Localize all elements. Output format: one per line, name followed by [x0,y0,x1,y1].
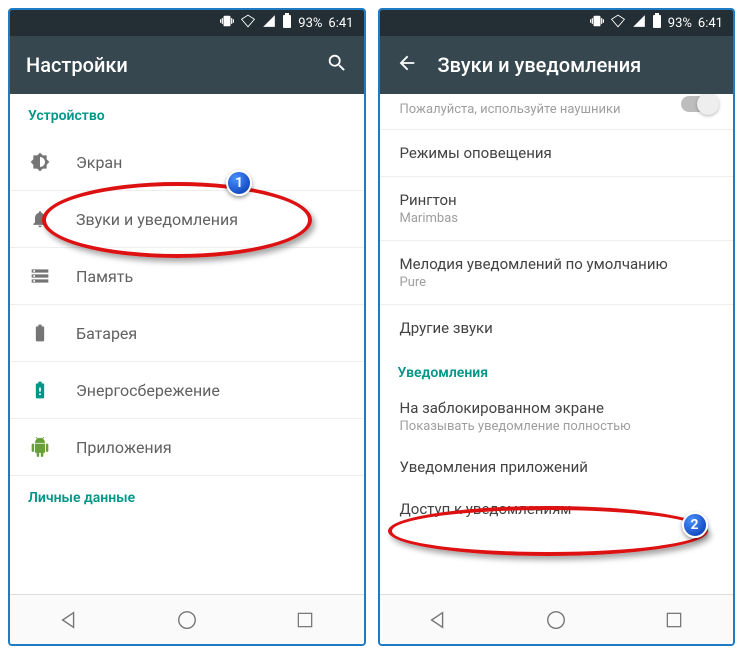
item-display[interactable]: Экран [10,134,364,191]
battery-pct: 93% [298,16,322,31]
item-sub: Pure [400,275,714,290]
clock: 6:41 [698,16,723,31]
signal-icon [632,14,646,32]
nav-back-icon[interactable] [426,608,450,632]
item-sub: Marimbas [400,211,714,226]
nav-bar [380,594,734,644]
wifi-icon [610,14,626,32]
status-bar: 93% 6:41 [10,10,364,36]
item-lockscreen-notif[interactable]: На заблокированном экране Показывать уве… [380,391,734,444]
search-icon[interactable] [326,52,348,78]
nav-bar [10,594,364,644]
vibrate-icon [220,14,234,32]
toolbar: Звуки и уведомления [380,36,734,94]
item-notif-access[interactable]: Доступ к уведомлениям [380,490,734,532]
item-apps[interactable]: Приложения [10,419,364,476]
item-battery[interactable]: Батарея [10,305,364,362]
item-label: Батарея [76,324,346,343]
nav-back-icon[interactable] [57,608,81,632]
item-default-notif-sound[interactable]: Мелодия уведомлений по умолчанию Pure [380,241,734,305]
battery-icon [652,13,662,33]
item-label: Звуки и уведомления [76,210,346,229]
bell-icon [28,209,52,229]
vibrate-icon [590,14,604,32]
item-label: На заблокированном экране [400,399,714,417]
settings-list: Устройство Экран Звуки и уведомления Пам… [10,94,364,594]
phone-right: 93% 6:41 Звуки и уведомления Пожалуйста,… [378,8,736,646]
item-sub: Пожалуйста, используйте наушники [400,102,714,117]
section-personal: Личные данные [10,476,364,516]
powersave-icon [28,380,52,400]
battery-icon [282,13,292,33]
item-label: Энергосбережение [76,381,346,400]
nav-home-icon[interactable] [175,608,199,632]
section-device: Устройство [10,94,364,134]
item-cutoff[interactable]: Пожалуйста, используйте наушники [380,94,734,130]
item-sound[interactable]: Звуки и уведомления [10,191,364,248]
item-label: Мелодия уведомлений по умолчанию [400,255,714,273]
status-bar: 93% 6:41 [380,10,734,36]
nav-recent-icon[interactable] [293,608,317,632]
item-app-notifications[interactable]: Уведомления приложений [380,444,734,490]
clock: 6:41 [328,16,353,31]
badge-1: 1 [226,170,252,196]
toolbar: Настройки [10,36,364,94]
nav-home-icon[interactable] [544,608,568,632]
signal-icon [262,14,276,32]
phone-left: 93% 6:41 Настройки Устройство Экран Звук… [8,8,366,646]
battery-pct: 93% [668,16,692,31]
item-label: Другие звуки [400,319,493,337]
item-label: Память [76,267,346,286]
item-label: Приложения [76,438,346,457]
apps-icon [28,437,52,457]
item-label: Рингтон [400,191,714,209]
item-alert-modes[interactable]: Режимы оповещения [380,130,734,177]
page-title: Настройки [26,53,306,77]
item-other-sounds[interactable]: Другие звуки [380,305,734,351]
item-label: Режимы оповещения [400,144,552,162]
item-label: Уведомления приложений [400,458,588,476]
item-label: Доступ к уведомлениям [400,500,572,518]
display-icon [28,152,52,172]
wifi-icon [240,14,256,32]
item-storage[interactable]: Память [10,248,364,305]
badge-2: 2 [682,512,708,538]
back-arrow-icon[interactable] [396,52,418,78]
item-ringtone[interactable]: Рингтон Marimbas [380,177,734,241]
page-title: Звуки и уведомления [438,53,718,77]
section-notifications: Уведомления [380,351,734,391]
item-label: Экран [76,153,346,172]
sound-list: Пожалуйста, используйте наушники Режимы … [380,94,734,594]
toggle-icon[interactable] [681,96,715,112]
item-sub: Показывать уведомление полностью [400,419,714,434]
battery-icon [28,323,52,343]
item-powersave[interactable]: Энергосбережение [10,362,364,419]
storage-icon [28,266,52,286]
nav-recent-icon[interactable] [662,608,686,632]
